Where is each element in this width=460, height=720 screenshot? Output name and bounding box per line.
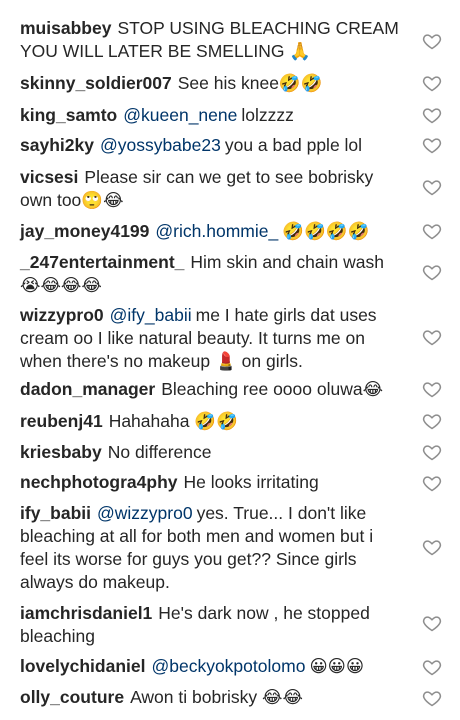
- comment-text: vicsesi Please sir can we get to see bobr…: [20, 166, 405, 212]
- comment-text: skinny_soldier007 See his knee🤣🤣: [20, 72, 405, 95]
- heart-outline-icon[interactable]: [422, 613, 442, 633]
- comment-username[interactable]: dadon_manager: [20, 379, 155, 399]
- comment-body: He looks irritating: [183, 472, 319, 492]
- comment-mention[interactable]: @wizzypro0: [97, 503, 193, 523]
- heart-outline-icon[interactable]: [422, 657, 442, 677]
- comment-username[interactable]: jay_money4199: [20, 221, 149, 241]
- heart-outline-icon[interactable]: [422, 537, 442, 557]
- comment-text: wizzypro0 @ify_babii me I hate girls dat u…: [20, 304, 405, 373]
- comment-text: nechphotogra4phy He looks irritating: [20, 471, 405, 494]
- comment-mention[interactable]: @rich.hommie_: [155, 221, 278, 241]
- heart-outline-icon[interactable]: [422, 442, 442, 462]
- comment-username[interactable]: sayhi2ky: [20, 135, 94, 155]
- comment-username[interactable]: lovelychidaniel: [20, 656, 145, 676]
- comment-body: Awon ti bobrisky 😂😂: [130, 687, 303, 707]
- comment-mention[interactable]: @yossybabe23: [100, 135, 221, 155]
- comment-text: king_samto @kueen_nene lolzzzz: [20, 104, 405, 127]
- comment-username[interactable]: vicsesi: [20, 167, 78, 187]
- comment-list: muisabbey STOP USING BLEACHING CREAM YOU …: [0, 0, 460, 720]
- comment-username[interactable]: ify_babii: [20, 503, 91, 523]
- comment-text: _247entertainment_ Him skin and chain was…: [20, 251, 405, 297]
- comment-mention[interactable]: @kueen_nene: [123, 105, 237, 125]
- comment-text: kriesbaby No difference: [20, 441, 405, 464]
- comment-body: No difference: [107, 442, 212, 462]
- comment-username[interactable]: reubenj41: [20, 411, 103, 431]
- comment-text: iamchrisdaniel1 He's dark now , he stoppe…: [20, 602, 405, 648]
- comment-username[interactable]: muisabbey: [20, 18, 111, 38]
- comment-body: Hahahaha 🤣🤣: [108, 411, 238, 431]
- heart-outline-icon[interactable]: [422, 221, 442, 241]
- comment-text: muisabbey STOP USING BLEACHING CREAM YOU …: [20, 17, 405, 63]
- heart-outline-icon[interactable]: [422, 262, 442, 282]
- heart-outline-icon[interactable]: [422, 73, 442, 93]
- comment-text: ify_babii @wizzypro0 yes. True... I don't …: [20, 502, 405, 594]
- heart-outline-icon[interactable]: [422, 688, 442, 708]
- comment-text: reubenj41 Hahahaha 🤣🤣: [20, 410, 405, 433]
- comment-body: lolzzzz: [241, 105, 294, 125]
- comment-mention[interactable]: @ify_babii: [110, 305, 192, 325]
- comment-username[interactable]: kriesbaby: [20, 442, 102, 462]
- heart-outline-icon[interactable]: [422, 135, 442, 155]
- comment-text: olly_couture Awon ti bobrisky 😂😂: [20, 686, 405, 709]
- comment-text: sayhi2ky @yossybabe23 you a bad pple lol: [20, 134, 405, 157]
- comment-body: 🤣🤣🤣🤣: [282, 221, 370, 241]
- comment-username[interactable]: iamchrisdaniel1: [20, 603, 152, 623]
- comment-username[interactable]: skinny_soldier007: [20, 73, 172, 93]
- heart-outline-icon[interactable]: [422, 411, 442, 431]
- comment-username[interactable]: olly_couture: [20, 687, 124, 707]
- heart-outline-icon[interactable]: [422, 473, 442, 493]
- heart-outline-icon[interactable]: [422, 327, 442, 347]
- heart-outline-icon[interactable]: [422, 31, 442, 51]
- comment-username[interactable]: king_samto: [20, 105, 117, 125]
- comment-username[interactable]: _247entertainment_: [20, 252, 184, 272]
- comment-mention[interactable]: @beckyokpotolomo: [151, 656, 305, 676]
- comment-username[interactable]: wizzypro0: [20, 305, 104, 325]
- comment-body: See his knee🤣🤣: [177, 73, 323, 93]
- comment-text: dadon_manager Bleaching ree oooo oluwa😂: [20, 378, 405, 401]
- heart-outline-icon[interactable]: [422, 177, 442, 197]
- comment-text: lovelychidaniel @beckyokpotolomo 😀😀😀: [20, 655, 405, 678]
- comment-username[interactable]: nechphotogra4phy: [20, 472, 178, 492]
- comment-body: 😀😀😀: [309, 656, 365, 676]
- comment-body: you a bad pple lol: [224, 135, 363, 155]
- comment-body: Bleaching ree oooo oluwa😂: [161, 379, 384, 399]
- heart-outline-icon[interactable]: [422, 379, 442, 399]
- heart-outline-icon[interactable]: [422, 105, 442, 125]
- comment-text: jay_money4199 @rich.hommie_ 🤣🤣🤣🤣: [20, 220, 405, 243]
